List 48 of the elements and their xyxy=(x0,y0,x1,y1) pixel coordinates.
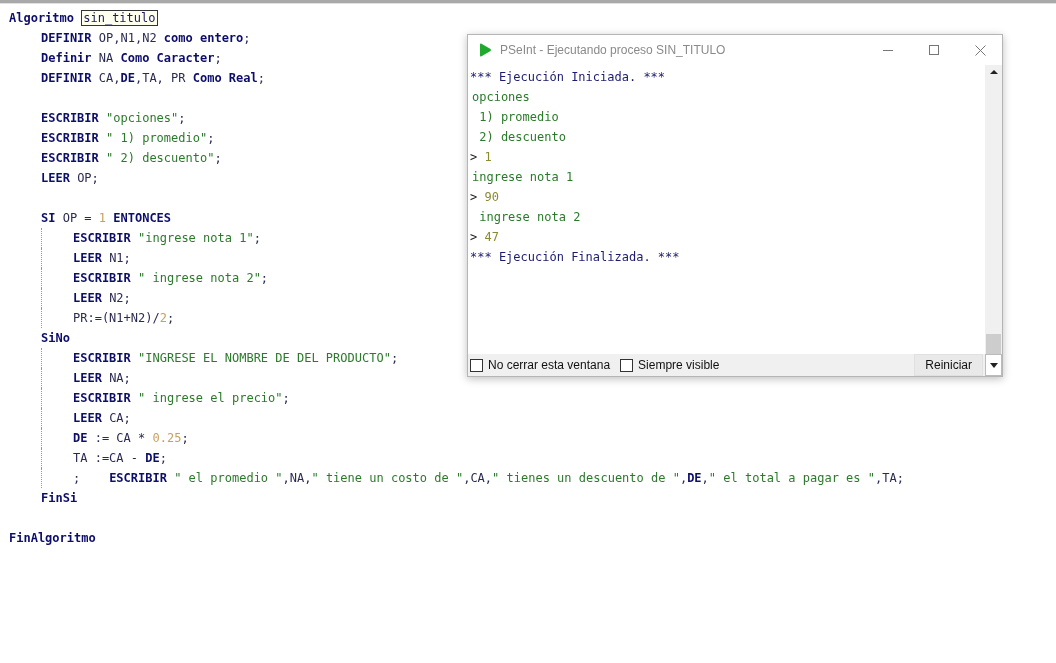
code-line: LEER CA; xyxy=(73,411,131,425)
code-line: DEFINIR CA,DE,TA, PR Como Real; xyxy=(41,71,265,85)
close-icon[interactable] xyxy=(975,44,986,56)
code-line: FinSi xyxy=(41,491,78,505)
dropdown-toggle[interactable] xyxy=(985,354,1002,376)
code-line: LEER NA; xyxy=(73,371,131,385)
code-line: LEER N1; xyxy=(73,251,131,265)
play-icon xyxy=(478,43,492,57)
console-line: *** Ejecución Finalizada. *** xyxy=(470,249,681,266)
code-line: Definir NA Como Caracter; xyxy=(41,51,222,65)
scroll-thumb[interactable] xyxy=(986,334,1001,354)
code-line: LEER N2; xyxy=(73,291,131,305)
console-line: > 47 xyxy=(470,229,500,246)
checkbox-label[interactable]: No cerrar esta ventana xyxy=(488,358,611,372)
code-line: TA :=CA - DE; xyxy=(73,451,167,465)
restart-button[interactable]: Reiniciar xyxy=(914,354,983,376)
scrollbar[interactable] xyxy=(985,65,1002,354)
checkbox[interactable] xyxy=(470,358,483,372)
console-line: > 90 xyxy=(470,189,500,206)
code-line: FinAlgoritmo xyxy=(9,531,96,545)
code-line: DE := CA * 0.25; xyxy=(73,431,189,445)
code-line: ESCRIBIR "INGRESE EL NOMBRE DE DEL PRODUCTO"; xyxy=(73,351,399,365)
maximize-icon[interactable] xyxy=(929,45,939,55)
code-line: ESCRIBIR "ingrese nota 1"; xyxy=(73,231,261,245)
checkbox[interactable] xyxy=(620,358,634,372)
console-line: 1) promedio xyxy=(478,109,560,126)
console-line: > 1 xyxy=(470,149,493,166)
code-line: LEER OP; xyxy=(41,171,99,185)
console-line: opciones xyxy=(471,89,531,106)
code-line: SiNo xyxy=(41,331,70,345)
code-line: ESCRIBIR " ingrese el precio"; xyxy=(73,391,290,405)
code-line: SI OP = 1 ENTONCES xyxy=(41,211,172,225)
code-line: ESCRIBIR " 2) descuento"; xyxy=(41,151,222,165)
code-line: ESCRIBIR "opciones"; xyxy=(41,111,186,125)
checkbox-label[interactable]: Siempre visible xyxy=(638,358,720,372)
caret-icon xyxy=(989,362,998,368)
console-line: *** Ejecución Iniciada. *** xyxy=(470,69,667,86)
code-line: ESCRIBIR " ingrese nota 2"; xyxy=(73,271,269,285)
code-line: DEFINIR OP,N1,N2 como entero; xyxy=(41,31,251,45)
scroll-up-icon[interactable] xyxy=(989,69,998,75)
code-line: ESCRIBIR " 1) promedio"; xyxy=(41,131,215,145)
console-line: 2) descuento xyxy=(478,129,567,146)
console-line: ingrese nota 2 xyxy=(478,209,582,226)
code-line: Algoritmo sin_titulo xyxy=(9,11,158,25)
code-line: PR:=(N1+N2)/2; xyxy=(73,311,175,325)
code-line: ; ESCRIBIR " el promedio ",NA," tiene un costo de ",CA," tienes un descuento de ",DE," el total a pagar es ",TA; xyxy=(73,471,904,485)
window-title: PSeInt - Ejecutando proceso SIN_TITULO xyxy=(500,43,726,57)
console-line: ingrese nota 1 xyxy=(471,169,575,186)
